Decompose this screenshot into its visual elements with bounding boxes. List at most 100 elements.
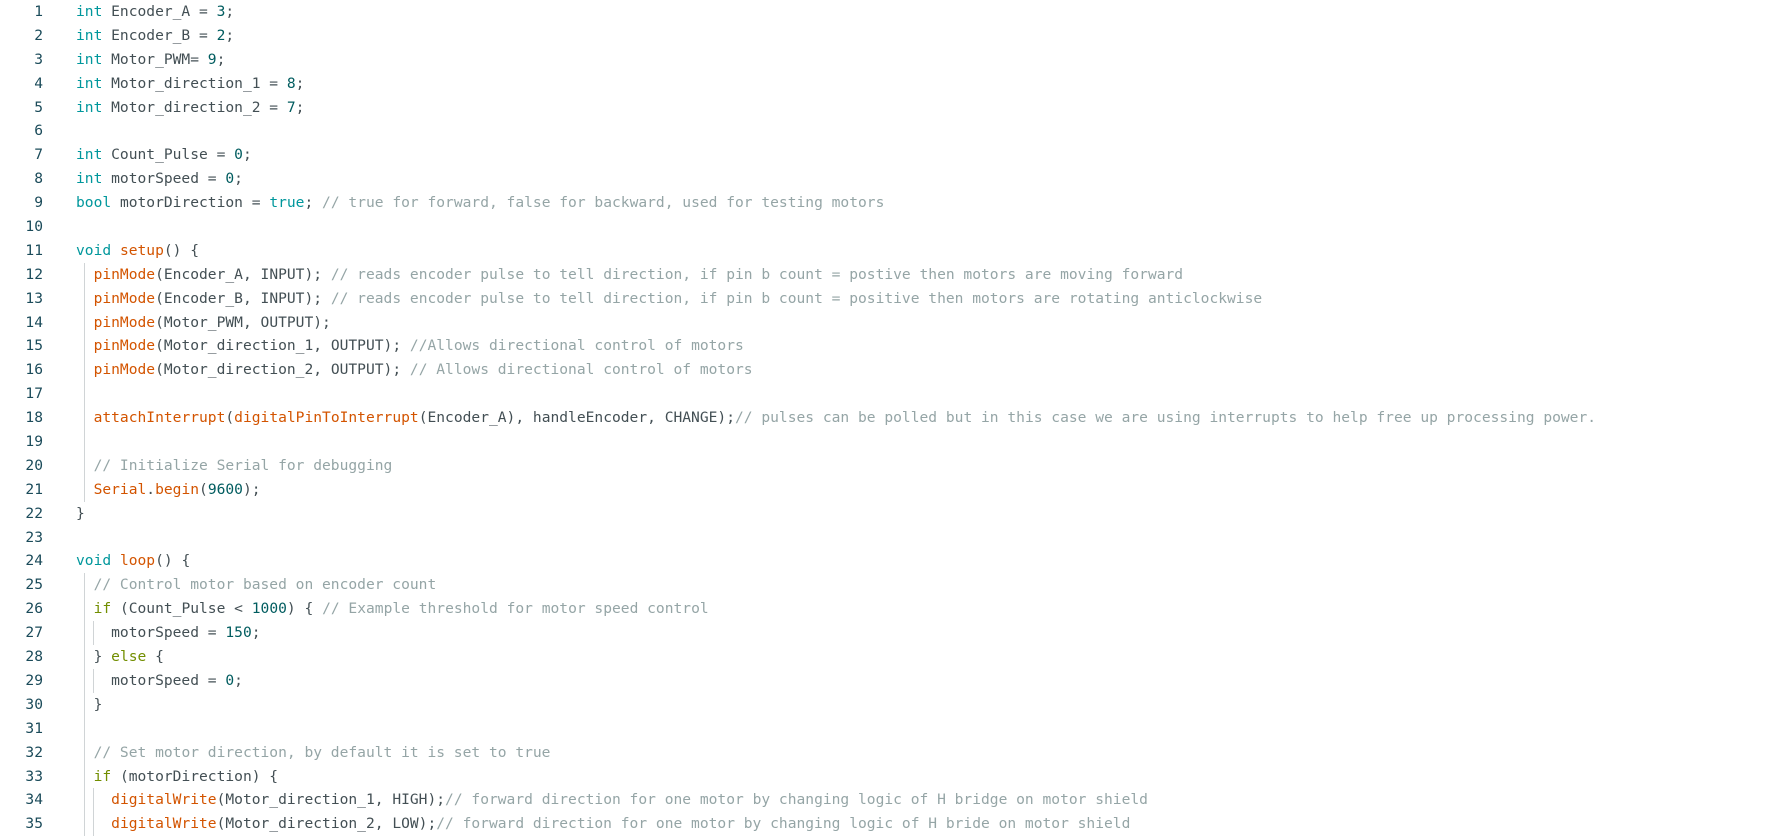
code-line[interactable]: 16 pinMode(Motor_direction_2, OUTPUT); /…	[0, 358, 1767, 383]
code-line[interactable]: 6	[0, 119, 1767, 143]
code-line[interactable]: 3 int Motor_PWM= 9;	[0, 48, 1767, 72]
code-text: );	[242, 480, 261, 498]
code-line[interactable]: 27 motorSpeed = 150;	[0, 621, 1767, 646]
line-number: 34	[25, 791, 43, 809]
code-line[interactable]: 10	[0, 215, 1767, 239]
code-line[interactable]: 18 attachInterrupt(digitalPinToInterrupt…	[0, 406, 1767, 431]
code-line[interactable]: 12 pinMode(Encoder_A, INPUT); // reads e…	[0, 262, 1767, 287]
code-text: }	[76, 504, 85, 522]
code-line[interactable]: 17	[0, 382, 1767, 407]
code-line[interactable]: 31	[0, 716, 1767, 741]
number-literal: 150	[225, 624, 252, 642]
code-line[interactable]: 9 bool motorDirection = true; // true for…	[0, 191, 1767, 215]
code-text: (motorDirection) {	[111, 767, 279, 785]
line-number: 8	[34, 170, 43, 188]
code-content: pinMode(Motor_PWM, OUTPUT);	[76, 311, 331, 335]
function-name: begin	[155, 480, 200, 498]
code-line[interactable]: 33 if (motorDirection) {	[0, 764, 1767, 789]
code-line[interactable]: 1 int Encoder_A = 3;	[0, 0, 1767, 24]
line-number: 15	[25, 337, 43, 355]
number-literal: 0	[234, 146, 243, 164]
line-number: 2	[34, 26, 43, 44]
code-line[interactable]: 22}	[0, 502, 1767, 526]
line-number: 10	[25, 218, 43, 236]
code-text: ;	[304, 194, 323, 212]
code-line[interactable]: 23	[0, 526, 1767, 550]
code-line[interactable]: 13 pinMode(Encoder_B, INPUT); // reads e…	[0, 286, 1767, 311]
line-number: 24	[25, 552, 43, 570]
comment: // reads encoder pulse to tell direction…	[330, 265, 1184, 283]
code-line[interactable]: 2 int Encoder_B = 2;	[0, 24, 1767, 48]
code-line[interactable]: 19	[0, 430, 1767, 454]
code-line[interactable]: 11 void setup() {	[0, 239, 1767, 263]
code-line[interactable]: 24 void loop() {	[0, 549, 1767, 573]
code-content: void setup() {	[76, 239, 199, 263]
number-literal: 0	[225, 671, 235, 689]
function-name: digitalWrite	[111, 815, 217, 833]
code-line[interactable]: 7 int Count_Pulse = 0;	[0, 143, 1767, 167]
function-name: pinMode	[93, 361, 156, 379]
function-name: digitalWrite	[111, 791, 217, 809]
code-line[interactable]: 4 int Motor_direction_1 = 8;	[0, 72, 1767, 96]
type-keyword: int	[76, 146, 103, 164]
line-number: 26	[25, 600, 43, 618]
code-line[interactable]: 26 if (Count_Pulse < 1000) { // Example …	[0, 597, 1767, 622]
line-number: 16	[25, 361, 43, 379]
code-text: (Count_Pulse <	[111, 600, 252, 618]
code-text: (Motor_direction_1, OUTPUT);	[155, 337, 410, 355]
code-line[interactable]: 28 } else {	[0, 645, 1767, 669]
code-content: if (motorDirection) {	[76, 765, 279, 789]
code-line[interactable]: 14 pinMode(Motor_PWM, OUTPUT);	[0, 310, 1767, 335]
type-keyword: int	[76, 26, 103, 44]
code-editor[interactable]: 1 int Encoder_A = 3; 2 int Encoder_B = 2; 3 i…	[0, 0, 1767, 836]
number-literal: 9600	[207, 480, 243, 498]
code-line[interactable]: 35 digitalWrite(Motor_direction_2, LOW);…	[0, 812, 1767, 836]
line-number: 33	[25, 767, 43, 785]
code-text: motorDirection =	[111, 194, 270, 212]
code-line[interactable]: 25 // Control motor based on encoder cou…	[0, 573, 1767, 598]
code-line[interactable]: 30 }	[0, 692, 1767, 717]
type-keyword: int	[76, 3, 103, 20]
comment: // forward direction for one motor by ch…	[445, 791, 1148, 809]
line-number: 14	[25, 313, 43, 331]
code-text: motorSpeed =	[102, 170, 226, 188]
code-line[interactable]: 20 // Initialize Serial for debugging	[0, 453, 1767, 478]
code-line[interactable]: 32 // Set motor direction, by default it…	[0, 740, 1767, 765]
line-number: 12	[25, 265, 43, 283]
indent-guide	[84, 716, 85, 741]
code-content: pinMode(Motor_direction_2, OUTPUT); // A…	[76, 358, 753, 382]
line-number: 31	[25, 719, 43, 737]
line-number: 18	[25, 409, 43, 427]
code-line[interactable]: 5 int Motor_direction_2 = 7;	[0, 96, 1767, 120]
code-line[interactable]: 8 int motorSpeed = 0;	[0, 167, 1767, 191]
comment: // Control motor based on encoder count	[93, 576, 437, 594]
function-name: loop	[119, 552, 156, 570]
code-line[interactable]: 34 digitalWrite(Motor_direction_1, HIGH)…	[0, 788, 1767, 813]
code-line[interactable]: 21 Serial.begin(9600);	[0, 477, 1767, 502]
comment: // Allows directional control of motors	[409, 361, 753, 379]
code-line[interactable]: 29 motorSpeed = 0;	[0, 668, 1767, 693]
code-text: {	[146, 648, 164, 666]
line-number: 21	[25, 480, 43, 498]
code-text: ;	[295, 74, 305, 92]
line-number: 29	[25, 671, 43, 689]
code-text: () {	[163, 241, 200, 259]
comment: //Allows directional control of motors	[409, 337, 744, 355]
comment: // reads encoder pulse to tell direction…	[330, 289, 1263, 307]
type-keyword: bool	[76, 194, 112, 212]
comment: // Initialize Serial for debugging	[93, 456, 393, 474]
code-content: // Control motor based on encoder count	[76, 573, 437, 597]
code-content: int Motor_direction_1 = 8;	[76, 72, 304, 96]
type-keyword: int	[76, 98, 103, 116]
code-line[interactable]: 15 pinMode(Motor_direction_1, OUTPUT); /…	[0, 334, 1767, 359]
code-content: }	[76, 693, 103, 717]
code-text: (Motor_direction_2, OUTPUT);	[155, 361, 410, 379]
indent-guide	[84, 430, 85, 454]
code-text: Motor_direction_1 =	[102, 74, 287, 92]
